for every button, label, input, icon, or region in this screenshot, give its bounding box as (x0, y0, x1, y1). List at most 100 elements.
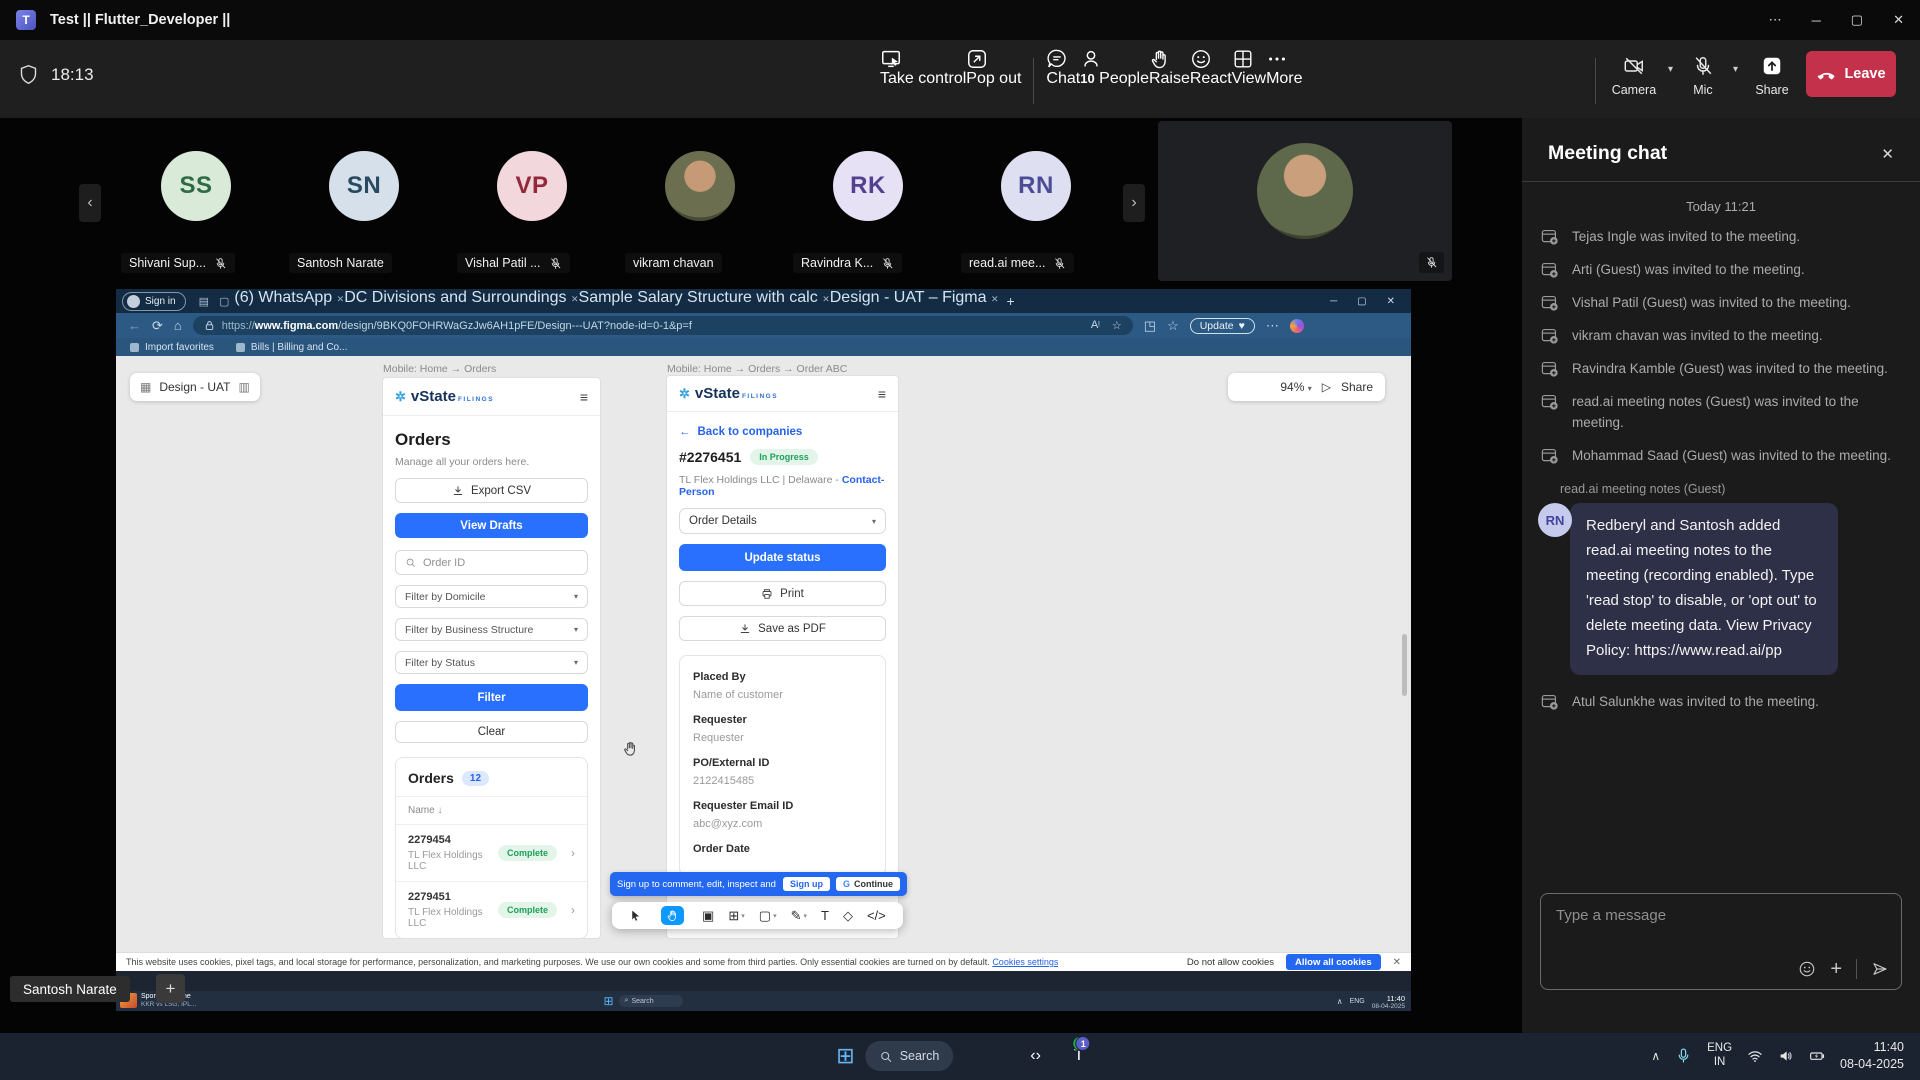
figma-share-button[interactable]: Share (1341, 380, 1373, 394)
sign-up-button[interactable]: Sign up (783, 877, 830, 891)
allow-cookies-button[interactable]: Allow all cookies (1286, 954, 1381, 970)
cookie-close-icon[interactable]: ✕ (1393, 957, 1401, 968)
start-button[interactable]: ⊞ (836, 1041, 854, 1071)
browser-minimize-icon[interactable]: ─ (1330, 296, 1337, 307)
move-tool-icon[interactable] (629, 909, 642, 922)
deny-cookies-button[interactable]: Do not allow cookies (1187, 957, 1274, 968)
copilot-icon[interactable] (1290, 319, 1304, 333)
sender-avatar[interactable]: RN (1538, 503, 1572, 537)
canvas-scrollbar[interactable] (1402, 634, 1407, 696)
figma-frame-orders[interactable]: ✲vStateFILINGS ≡ Orders Manage all your … (383, 378, 600, 938)
home-icon[interactable]: ⌂ (174, 318, 182, 333)
camera-button[interactable]: Camera (1608, 48, 1660, 106)
tab-close-icon[interactable]: ✕ (337, 294, 345, 304)
vertical-tabs-icon[interactable]: ▢ (219, 295, 229, 308)
participant-name: Shivani Sup... (129, 256, 206, 270)
attach-plus-icon[interactable]: + (1830, 960, 1842, 978)
new-tab-button[interactable]: + (1007, 293, 1015, 309)
browser-update-button[interactable]: Update♥ (1190, 318, 1255, 334)
tray-expand-icon[interactable]: ∧ (1651, 1049, 1660, 1063)
minimize-icon[interactable]: ─ (1812, 13, 1821, 28)
mic-chevron-down-icon[interactable]: ▾ (1733, 64, 1738, 75)
wifi-icon[interactable] (1747, 1048, 1763, 1064)
camera-chevron-down-icon[interactable]: ▾ (1668, 64, 1673, 75)
participant-tile[interactable]: RK Ravindra K... (785, 121, 951, 281)
participant-tile[interactable]: VP Vishal Patil ... (449, 121, 615, 281)
share-button[interactable]: Share (1746, 48, 1798, 106)
search-pill: ⌕Search (619, 995, 683, 1007)
mic-off-icon (1692, 55, 1714, 77)
save-as-pdf-button: Save as PDF (679, 616, 886, 641)
cookies-settings-link[interactable]: Cookies settings (992, 957, 1058, 967)
favorite-item[interactable]: Bills | Billing and Co... (236, 342, 348, 353)
tab-close-icon[interactable]: ✕ (571, 294, 579, 304)
tiles-prev-button[interactable]: ‹ (79, 184, 101, 222)
participant-tile-speaker[interactable] (1158, 121, 1452, 281)
back-icon[interactable]: ← (128, 318, 141, 333)
tab-close-icon[interactable]: ✕ (991, 294, 999, 304)
language-indicator[interactable]: ENGIN (1707, 1042, 1732, 1070)
browser-tab[interactable]: Sample Salary Structure with calc ✕ (579, 289, 830, 313)
share-tray-icon (1761, 55, 1783, 77)
participant-tile[interactable]: RN read.ai mee... (953, 121, 1119, 281)
layout-panel-icon[interactable]: ▥ (238, 380, 249, 394)
figma-frame-order-detail[interactable]: ✲vStateFILINGS ≡ ←Back to companies #227… (667, 376, 898, 938)
address-bar[interactable]: https://www.figma.com/design/9BKQ0FOHRWa… (193, 316, 1133, 335)
figma-file-chip[interactable]: ▦ Design - UAT ▥ (130, 373, 260, 401)
browser-tab[interactable]: Design - UAT – Figma ✕ (830, 289, 999, 313)
zoom-level[interactable]: 94% ▾ (1280, 380, 1311, 394)
figma-menu-icon[interactable]: ▦ (140, 380, 151, 394)
refresh-icon[interactable]: ⟳ (152, 318, 163, 334)
order-row: 2279451TL Flex Holdings LLC Complete › (396, 881, 587, 938)
extensions-icon[interactable]: ◳ (1144, 318, 1156, 334)
browser-close-icon[interactable]: ✕ (1387, 296, 1395, 307)
browser-tab[interactable]: (6) WhatsApp ✕ (234, 289, 344, 313)
chat-close-icon[interactable]: ✕ (1881, 145, 1894, 163)
stage-zoom-button[interactable]: + (156, 974, 185, 1003)
invite-icon (1540, 326, 1559, 345)
order-number: #2276451 (679, 449, 741, 465)
send-icon[interactable] (1871, 960, 1889, 978)
leave-button[interactable]: Leave (1806, 51, 1896, 97)
frame-label[interactable]: Mobile: Home → Orders (383, 363, 496, 375)
browser-maximize-icon[interactable]: ▢ (1357, 296, 1366, 307)
figma-canvas[interactable]: Mobile: Home → Orders Mobile: Home → Ord… (116, 356, 1411, 952)
frame-label[interactable]: Mobile: Home → Orders → Order ABC (667, 363, 847, 375)
clear-button: Clear (395, 721, 588, 743)
system-message-row: vikram chavan was invited to the meeting… (1540, 325, 1902, 346)
maximize-icon[interactable]: ▢ (1851, 12, 1863, 28)
present-icon[interactable]: ▷ (1322, 380, 1331, 394)
collections-icon[interactable]: ▤ (199, 295, 209, 308)
system-clock[interactable]: 11:4008-04-2025 (1840, 1039, 1904, 1073)
hand-tool-icon[interactable] (661, 906, 684, 925)
tab-close-icon[interactable]: ✕ (822, 294, 830, 304)
browser-tab[interactable]: DC Divisions and Surroundings ✕ (344, 289, 578, 313)
print-button: Print (679, 581, 886, 606)
window-more-icon[interactable]: ⋯ (1769, 12, 1782, 28)
invite-icon (1540, 227, 1559, 246)
collaborator-avatar[interactable]: A (1250, 377, 1270, 397)
chat-message-input[interactable]: Type a message + (1540, 893, 1902, 990)
participant-tile[interactable]: vikram chavan (617, 121, 783, 281)
browser-signin-button[interactable]: Sign in (122, 292, 186, 311)
mic-button[interactable]: Mic (1681, 48, 1725, 106)
read-aloud-icon[interactable]: Aᵎ (1091, 319, 1100, 332)
browser-menu-icon[interactable]: ⋯ (1266, 318, 1279, 334)
battery-icon[interactable] (1809, 1048, 1825, 1064)
participant-tile[interactable]: SN Santosh Narate (281, 121, 447, 281)
favorites-bar-icon[interactable]: ☆ (1167, 318, 1179, 334)
google-continue-button[interactable]: GContinue (836, 877, 900, 891)
volume-icon[interactable] (1778, 1048, 1794, 1064)
taskbar-search[interactable]: Search (866, 1041, 954, 1071)
invite-icon (1540, 692, 1559, 711)
emoji-icon[interactable] (1798, 960, 1816, 978)
tray-mic-icon[interactable] (1675, 1047, 1692, 1064)
favorite-item[interactable]: Import favorites (130, 342, 214, 353)
participant-tile[interactable]: SS Shivani Sup... (113, 121, 279, 281)
app-icon (703, 996, 714, 1007)
toolbar-divider (1595, 58, 1596, 104)
close-icon[interactable]: ✕ (1893, 12, 1904, 28)
tiles-next-button[interactable]: › (1123, 184, 1145, 222)
start-icon: ⊞ (603, 994, 613, 1008)
favorite-star-icon[interactable]: ☆ (1112, 319, 1122, 332)
